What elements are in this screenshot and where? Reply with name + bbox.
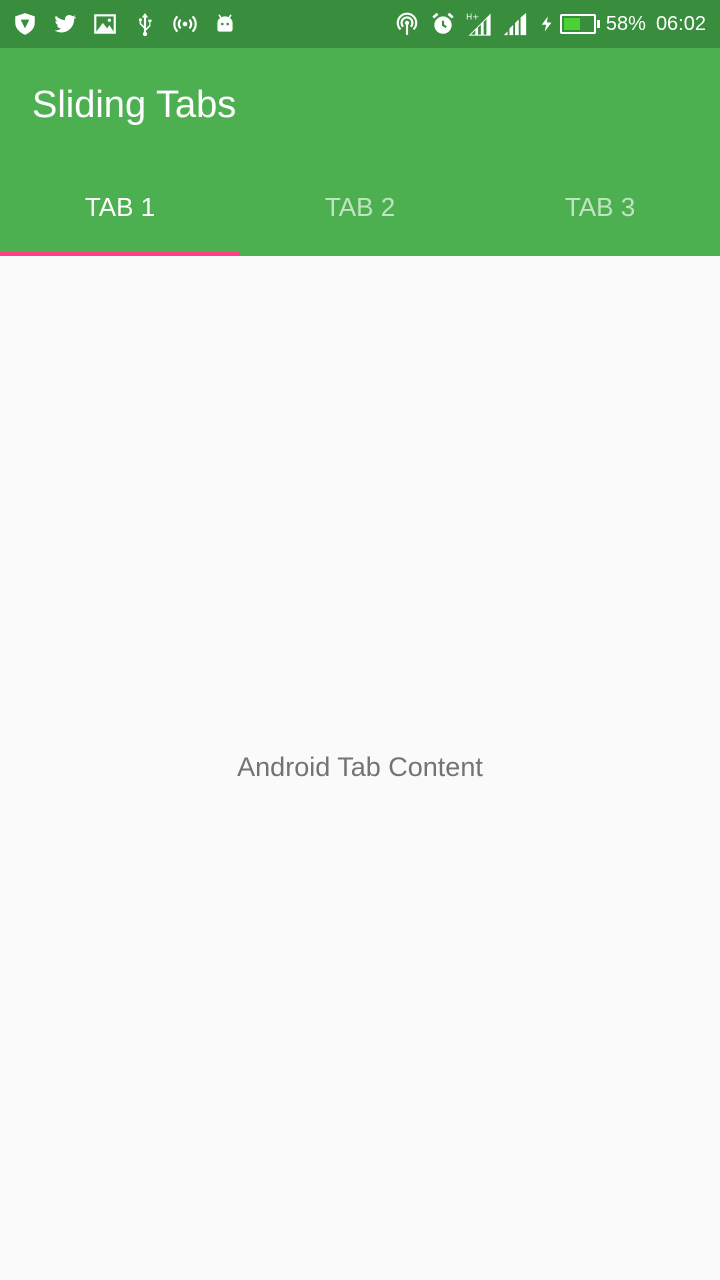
- status-system: H+ 58% 06:02: [384, 11, 706, 37]
- shield-icon: [15, 13, 35, 35]
- battery-icon: [559, 14, 596, 34]
- tab-label: TAB 2: [324, 191, 396, 222]
- tab-bar: TAB 1 TAB 2 TAB 3: [0, 160, 720, 256]
- signal-icon: [503, 12, 527, 36]
- tab-content[interactable]: Android Tab Content: [0, 256, 720, 1280]
- clock: 06:02: [655, 12, 706, 35]
- battery-level: [563, 18, 581, 30]
- tab-1[interactable]: TAB 1: [0, 160, 240, 256]
- svg-text:H+: H+: [466, 11, 479, 21]
- signal-ht-icon: H+: [466, 11, 491, 36]
- battery-indicator: 58%: [559, 12, 646, 36]
- image-icon: [94, 14, 116, 34]
- status-notifications: [12, 11, 252, 37]
- tab-3[interactable]: TAB 3: [480, 160, 720, 256]
- tab-2[interactable]: TAB 2: [240, 160, 480, 256]
- hotspot-icon: [173, 15, 197, 33]
- android-icon: [217, 14, 233, 32]
- battery-tip: [596, 20, 600, 28]
- nfc-icon: [396, 12, 418, 35]
- app-title: Sliding Tabs: [32, 84, 237, 126]
- alarm-icon: [432, 12, 454, 34]
- app-bar: Sliding Tabs: [0, 48, 720, 160]
- content-text: Android Tab Content: [237, 752, 483, 782]
- usb-icon: [138, 13, 152, 37]
- battery-percent: 58%: [605, 12, 646, 35]
- tab-label: TAB 1: [84, 191, 156, 222]
- twitter-icon: [54, 14, 77, 33]
- charging-icon: [541, 16, 552, 32]
- tab-label: TAB 3: [564, 191, 636, 222]
- status-bar: H+ 58% 06:02: [0, 0, 720, 48]
